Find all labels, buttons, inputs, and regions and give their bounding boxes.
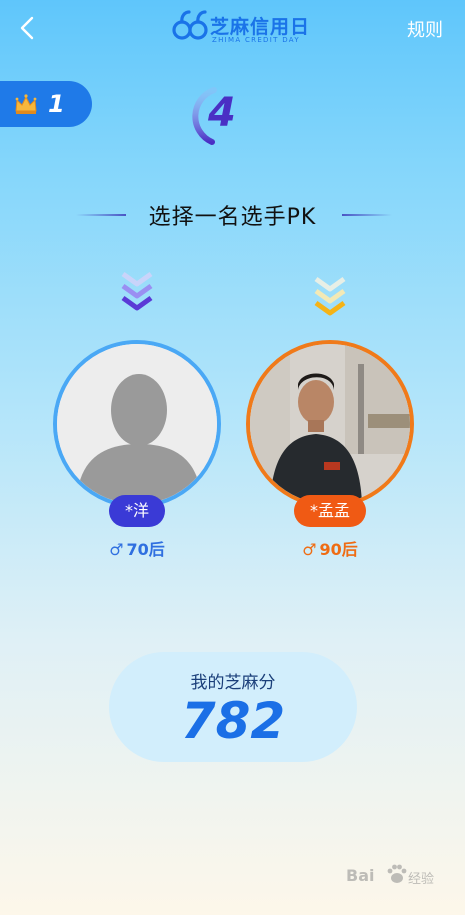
selection-prompt: 选择一名选手PK [0,195,465,235]
age-group: 90后 [319,540,358,559]
watermark: Bai 经验 [346,862,446,890]
logo-title: 芝麻信用日 [210,16,311,38]
watermark-brand: Bai [346,866,375,885]
male-icon: ♂ [302,540,317,559]
chevron-down-icon [121,271,153,311]
rank-badge[interactable]: 1 [0,81,92,127]
watermark-sub: 经验 [408,872,435,887]
back-button[interactable] [14,14,44,42]
header: 芝麻信用日 ZHIMA CREDIT DAY 规则 [0,0,465,56]
countdown-timer: 4 [190,84,260,148]
rules-button[interactable]: 规则 [407,16,443,42]
player-card-right[interactable]: *孟孟 ♂ 90后 [246,340,414,560]
avatar [246,340,414,508]
back-arrow-icon [20,16,34,40]
prompt-divider-right [342,214,392,216]
zhima-credit-day-logo: 芝麻信用日 ZHIMA CREDIT DAY [172,8,309,48]
player-info: ♂ 70后 [53,536,221,560]
player-info: ♂ 90后 [246,536,414,560]
chevron-down-icon [314,276,346,316]
avatar [53,340,221,508]
countdown-number: 4 [208,90,236,136]
zhima-logo-icon [172,10,208,40]
prompt-text: 选择一名选手PK [148,205,317,230]
male-icon: ♂ [109,540,124,559]
player-name-tag: *洋 [108,495,166,527]
player-card-left[interactable]: *洋 ♂ 70后 [53,340,221,560]
my-score-card: 我的芝麻分 782 [109,652,357,762]
age-group: 70后 [126,540,165,559]
player-photo [250,344,410,504]
logo-subtitle: ZHIMA CREDIT DAY [212,36,300,44]
score-label: 我的芝麻分 [190,673,276,693]
default-avatar-icon [57,344,217,504]
rank-number: 1 [48,90,65,118]
crown-icon [15,94,37,114]
paw-icon [387,864,407,883]
score-value: 782 [180,692,286,750]
player-name-tag: *孟孟 [293,495,367,527]
